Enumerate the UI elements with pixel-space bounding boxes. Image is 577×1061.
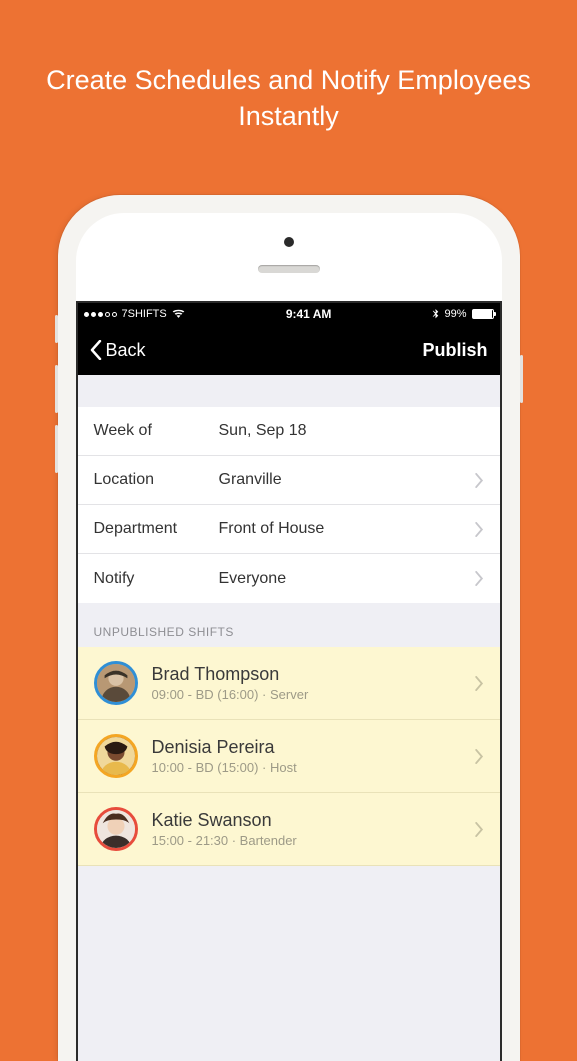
avatar	[94, 661, 138, 705]
setting-value: Front of House	[219, 520, 474, 538]
back-label: Back	[106, 340, 146, 361]
phone-frame: 7SHIFTS 9:41 AM 99%	[58, 195, 520, 1061]
chevron-right-icon	[474, 822, 484, 837]
shift-detail: 09:00 - BD (16:00) · Server	[152, 687, 460, 702]
shift-detail: 10:00 - BD (15:00) · Host	[152, 760, 460, 775]
chevron-right-icon	[474, 522, 484, 537]
setting-label: Location	[94, 471, 219, 489]
wifi-icon	[172, 309, 185, 319]
chevron-right-icon	[474, 749, 484, 764]
power-button	[520, 355, 523, 403]
setting-value: Granville	[219, 471, 474, 489]
shift-row[interactable]: Denisia Pereira 10:00 - BD (15:00) · Hos…	[78, 720, 500, 793]
avatar-placeholder-icon	[97, 664, 135, 702]
volume-down-button	[55, 425, 58, 473]
volume-up-button	[55, 365, 58, 413]
shift-row[interactable]: Brad Thompson 09:00 - BD (16:00) · Serve…	[78, 647, 500, 720]
back-button[interactable]: Back	[90, 340, 146, 361]
bluetooth-icon	[432, 309, 439, 320]
battery-percent: 99%	[444, 308, 466, 320]
shift-detail: 15:00 - 21:30 · Bartender	[152, 833, 460, 848]
battery-icon	[472, 309, 494, 319]
shifts-list: Brad Thompson 09:00 - BD (16:00) · Serve…	[78, 647, 500, 866]
shift-name: Katie Swanson	[152, 810, 460, 831]
avatar-placeholder-icon	[97, 737, 135, 775]
avatar	[94, 734, 138, 778]
setting-row-notify[interactable]: Notify Everyone	[78, 554, 500, 603]
avatar-placeholder-icon	[97, 810, 135, 848]
publish-button[interactable]: Publish	[422, 340, 487, 361]
signal-strength-icon	[84, 312, 117, 317]
setting-row-week[interactable]: Week of Sun, Sep 18	[78, 407, 500, 456]
spacer	[78, 375, 500, 407]
chevron-left-icon	[90, 340, 102, 360]
speaker-grille-icon	[258, 265, 320, 273]
shift-name: Denisia Pereira	[152, 737, 460, 758]
setting-value: Sun, Sep 18	[219, 422, 484, 440]
chevron-right-icon	[474, 473, 484, 488]
chevron-right-icon	[474, 676, 484, 691]
section-header-unpublished: UNPUBLISHED SHIFTS	[78, 603, 500, 647]
setting-row-location[interactable]: Location Granville	[78, 456, 500, 505]
chevron-right-icon	[474, 571, 484, 586]
front-camera-icon	[284, 237, 294, 247]
nav-bar: Back Publish	[78, 325, 500, 375]
mute-switch	[55, 315, 58, 343]
marketing-tagline: Create Schedules and Notify Employees In…	[0, 0, 577, 135]
setting-label: Week of	[94, 422, 219, 440]
phone-screen: 7SHIFTS 9:41 AM 99%	[76, 301, 502, 1061]
setting-row-department[interactable]: Department Front of House	[78, 505, 500, 554]
status-bar: 7SHIFTS 9:41 AM 99%	[78, 303, 500, 325]
settings-list: Week of Sun, Sep 18 Location Granville D…	[78, 407, 500, 603]
setting-label: Department	[94, 520, 219, 538]
status-time: 9:41 AM	[286, 307, 332, 321]
avatar	[94, 807, 138, 851]
setting-label: Notify	[94, 570, 219, 588]
setting-value: Everyone	[219, 570, 474, 588]
carrier-label: 7SHIFTS	[122, 308, 167, 320]
shift-name: Brad Thompson	[152, 664, 460, 685]
shift-row[interactable]: Katie Swanson 15:00 - 21:30 · Bartender	[78, 793, 500, 866]
